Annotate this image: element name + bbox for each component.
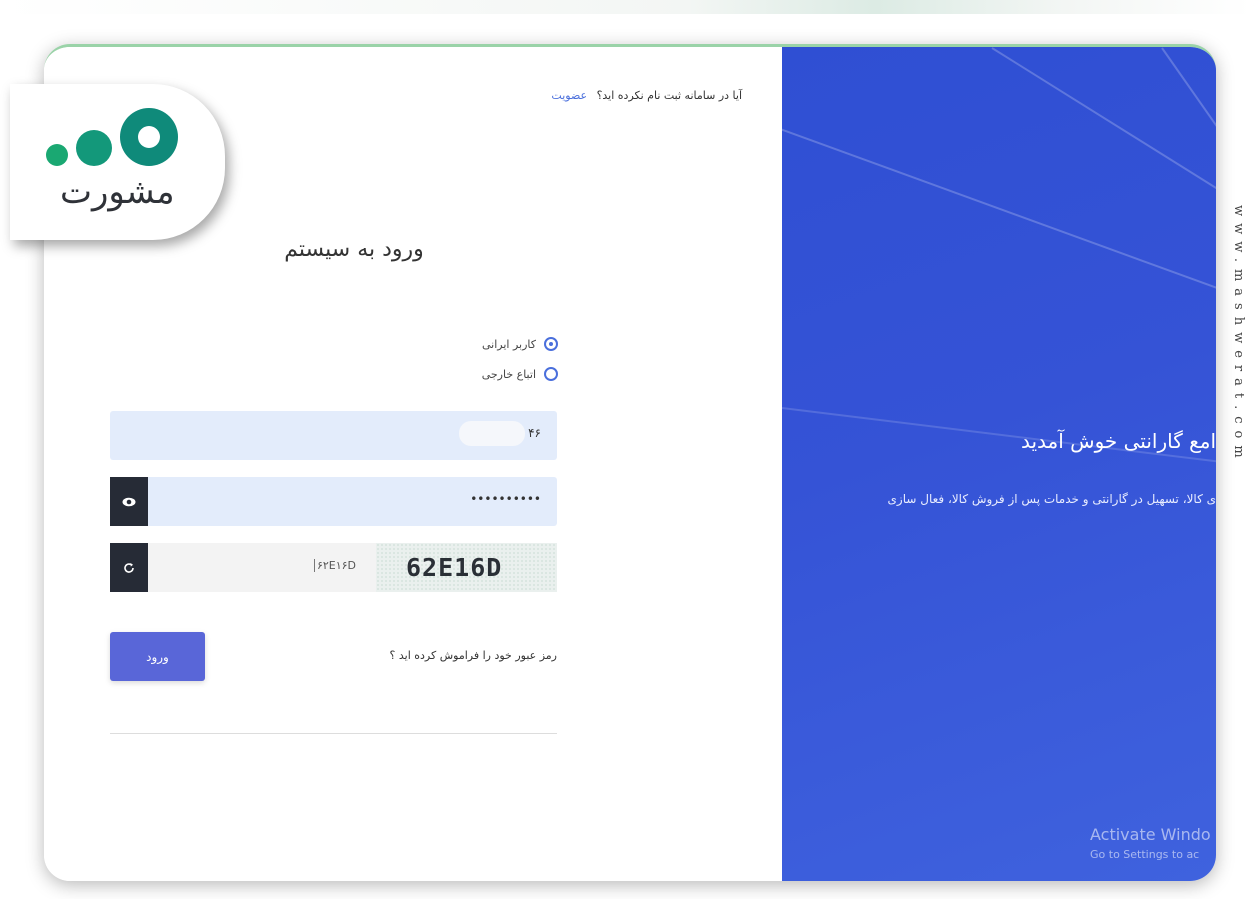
top-strip bbox=[0, 0, 1251, 14]
activate-title: Activate Windo bbox=[1090, 825, 1211, 844]
site-watermark: www.mashwerat.com bbox=[1231, 205, 1246, 465]
forgot-password-link[interactable]: رمز عبور خود را فراموش کرده اید ؟ bbox=[390, 649, 557, 662]
logo-dot-hole bbox=[138, 126, 160, 148]
captcha-image-text: 62E16D bbox=[406, 553, 503, 582]
refresh-icon bbox=[124, 562, 134, 573]
activate-subtitle: Go to Settings to ac bbox=[1090, 848, 1200, 861]
username-field[interactable]: ۴۶ bbox=[110, 411, 557, 460]
captcha-image: 62E16D bbox=[376, 543, 557, 592]
captcha-input-value: ۶۲E۱۶D bbox=[313, 559, 356, 572]
login-title: ورود به سیستم bbox=[284, 237, 424, 262]
register-row: آیا در سامانه ثبت نام نکرده اید؟ عضویت bbox=[551, 89, 742, 102]
register-question: آیا در سامانه ثبت نام نکرده اید؟ bbox=[596, 89, 742, 102]
welcome-title: امع گارانتی خوش آمدید bbox=[1020, 429, 1216, 453]
username-redaction bbox=[459, 421, 525, 446]
user-type-foreign[interactable]: اتباع خارجی bbox=[482, 367, 558, 381]
password-value: •••••••••• bbox=[470, 492, 541, 506]
bg-streak bbox=[782, 125, 1216, 298]
user-type-iranian[interactable]: کاربر ایرانی bbox=[482, 337, 558, 351]
bg-streak bbox=[1161, 47, 1216, 147]
captcha-field: ۶۲E۱۶D 62E16D bbox=[110, 543, 557, 592]
welcome-subtitle: ی کالا، تسهیل در گارانتی و خدمات پس از ف… bbox=[887, 492, 1216, 506]
username-value: ۴۶ bbox=[528, 426, 541, 440]
logo-text: مشورت bbox=[60, 172, 175, 212]
eye-icon bbox=[122, 497, 136, 506]
welcome-panel: امع گارانتی خوش آمدید ی کالا، تسهیل در گ… bbox=[782, 47, 1216, 881]
radio-iranian-label: کاربر ایرانی bbox=[481, 337, 536, 351]
radio-foreign[interactable] bbox=[544, 367, 558, 381]
windows-activation-notice: Activate Windo Go to Settings to ac bbox=[1090, 825, 1211, 861]
bg-streak bbox=[991, 47, 1216, 208]
login-button[interactable]: ورود bbox=[110, 632, 205, 681]
radio-foreign-label: اتباع خارجی bbox=[481, 367, 536, 381]
logo-dot-medium bbox=[76, 130, 112, 166]
refresh-captcha-button[interactable] bbox=[110, 543, 148, 592]
register-link[interactable]: عضویت bbox=[551, 89, 587, 102]
radio-iranian[interactable] bbox=[544, 337, 558, 351]
show-password-button[interactable] bbox=[110, 477, 148, 526]
password-field[interactable]: •••••••••• bbox=[110, 477, 557, 526]
divider bbox=[110, 733, 557, 734]
site-logo: مشورت bbox=[10, 84, 225, 240]
logo-dot-small bbox=[46, 144, 68, 166]
captcha-input[interactable]: ۶۲E۱۶D bbox=[148, 543, 376, 592]
